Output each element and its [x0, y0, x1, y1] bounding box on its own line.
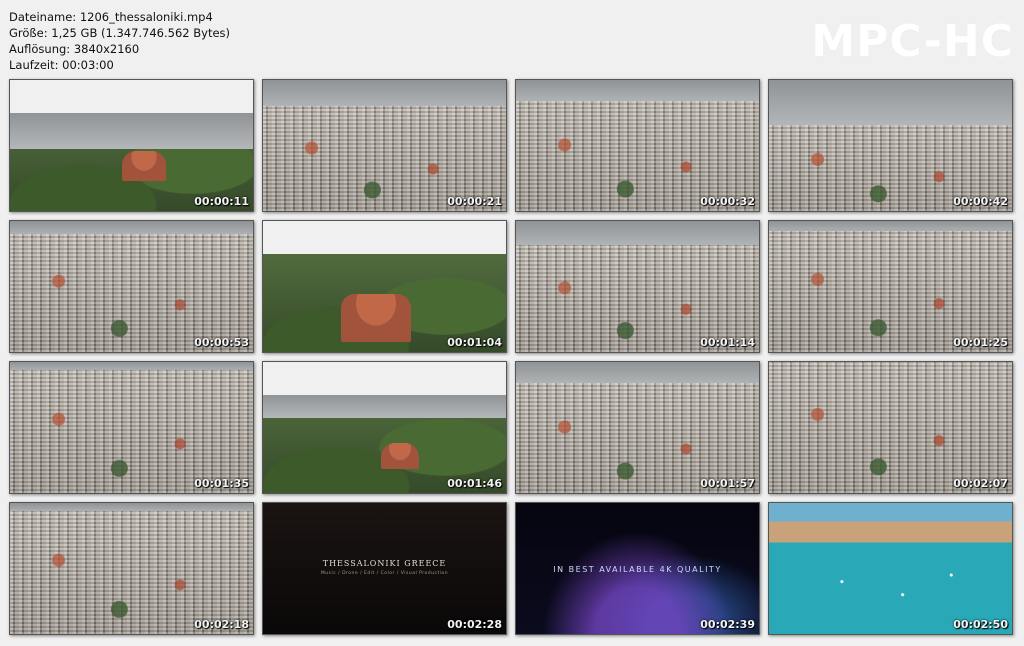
timestamp: 00:02:18	[194, 618, 249, 631]
thumbnail[interactable]: 00:00:21	[262, 79, 507, 212]
timestamp: 00:00:53	[194, 336, 249, 349]
timestamp: 00:02:28	[447, 618, 502, 631]
thumbnail[interactable]: 00:01:35	[9, 361, 254, 494]
mpc-hc-logo: MPC-HC	[811, 16, 1014, 67]
timestamp: 00:02:39	[700, 618, 755, 631]
timestamp: 00:02:50	[953, 618, 1008, 631]
thumbnail-image	[516, 221, 759, 352]
thumbnail-image	[10, 362, 253, 493]
thumbnail[interactable]: 00:02:18	[9, 502, 254, 635]
timestamp: 00:00:11	[194, 195, 249, 208]
timestamp: 00:01:57	[700, 477, 755, 490]
thumbnail-image: THESSALONIKI GREECE Music / Drone / Edit…	[263, 503, 506, 634]
thumbnail[interactable]: 00:00:53	[9, 220, 254, 353]
duration-line: Laufzeit: 00:03:00	[9, 58, 114, 72]
timestamp: 00:01:04	[447, 336, 502, 349]
thumbnail[interactable]: 00:01:04	[262, 220, 507, 353]
thumbnail-image	[10, 503, 253, 634]
thumbnail[interactable]: 00:01:14	[515, 220, 760, 353]
timestamp: 00:01:46	[447, 477, 502, 490]
file-info: Dateiname: 1206_thessaloniki.mp4 Größe: …	[9, 9, 230, 73]
thumbnail-image	[769, 80, 1012, 211]
resolution-line: Auflösung: 3840x2160	[9, 42, 140, 56]
thumbnail[interactable]: 00:01:25	[768, 220, 1013, 353]
timestamp: 00:00:42	[953, 195, 1008, 208]
timestamp: 00:01:35	[194, 477, 249, 490]
thumbnail-image	[769, 503, 1012, 634]
thumbnail-image	[10, 221, 253, 352]
timestamp: 00:00:21	[447, 195, 502, 208]
timestamp: 00:01:25	[953, 336, 1008, 349]
subtitle-overlay-text: Music / Drone / Edit / Color / Visual Pr…	[320, 571, 449, 576]
thumbnail[interactable]: 00:02:07	[768, 361, 1013, 494]
thumbnail[interactable]: 00:02:50	[768, 502, 1013, 635]
thumbnail-grid: 00:00:11 00:00:21 00:00:32 00:00:42 00:0…	[9, 79, 1015, 635]
timestamp: 00:00:32	[700, 195, 755, 208]
thumbnail[interactable]: 00:01:57	[515, 361, 760, 494]
thumbnail[interactable]: 00:00:42	[768, 79, 1013, 212]
thumbnail[interactable]: IN BEST AVAILABLE 4K QUALITY 00:02:39	[515, 502, 760, 635]
thumbnail[interactable]: 00:01:46	[262, 361, 507, 494]
thumbnail[interactable]: 00:00:32	[515, 79, 760, 212]
thumbnail-image	[516, 80, 759, 211]
space-overlay-text: IN BEST AVAILABLE 4K QUALITY	[553, 565, 722, 574]
filename-line: Dateiname: 1206_thessaloniki.mp4	[9, 10, 213, 24]
thumbnail[interactable]: THESSALONIKI GREECE Music / Drone / Edit…	[262, 502, 507, 635]
timestamp: 00:01:14	[700, 336, 755, 349]
thumbnail-image	[263, 80, 506, 211]
thumbnail-image	[769, 362, 1012, 493]
title-overlay-text: THESSALONIKI GREECE	[322, 559, 447, 568]
filesize-line: Größe: 1,25 GB (1.347.746.562 Bytes)	[9, 26, 231, 40]
thumbnail-image	[769, 221, 1012, 352]
thumbnail-image: IN BEST AVAILABLE 4K QUALITY	[516, 503, 759, 634]
thumbnail[interactable]: 00:00:11	[9, 79, 254, 212]
timestamp: 00:02:07	[953, 477, 1008, 490]
thumbnail-image	[516, 362, 759, 493]
